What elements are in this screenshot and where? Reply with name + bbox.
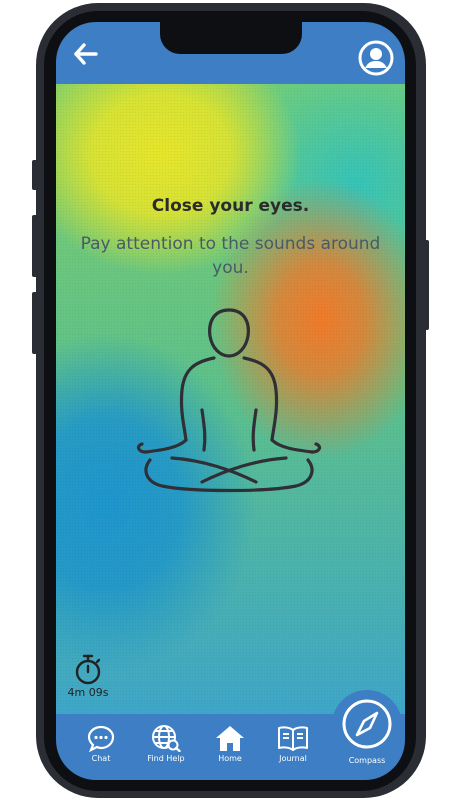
meditation-figure-icon — [136, 308, 322, 493]
timer-value: 4m 09s — [67, 686, 109, 699]
nav-item-journal[interactable]: Journal — [263, 724, 323, 772]
compass-icon — [342, 699, 392, 749]
power-button — [423, 240, 429, 330]
nav-item-compass[interactable] — [332, 690, 402, 760]
nav-label-journal: Journal — [279, 754, 307, 763]
nav-label-home: Home — [218, 754, 242, 763]
mute-switch — [32, 160, 38, 190]
app-screen: Close your eyes. Pay attention to the so… — [56, 22, 405, 780]
nav-item-chat[interactable]: Chat — [71, 724, 131, 772]
nav-item-home[interactable]: Home — [200, 724, 260, 772]
nav-label-chat: Chat — [91, 754, 111, 763]
arrow-left-icon[interactable] — [70, 40, 100, 68]
nav-label-compass: Compass — [348, 756, 386, 765]
session-timer: 4m 09s — [62, 652, 114, 702]
instruction-subtitle: Pay attention to the sounds around you. — [80, 234, 381, 278]
stopwatch-icon — [75, 654, 101, 685]
user-circle-icon[interactable] — [358, 40, 394, 76]
book-icon — [278, 726, 308, 751]
meditation-background: Close your eyes. Pay attention to the so… — [56, 84, 405, 714]
camera-notch — [160, 22, 302, 54]
home-icon — [216, 726, 244, 751]
chat-bubble-icon — [87, 725, 115, 752]
instruction-title: Close your eyes. — [151, 196, 310, 216]
volume-up-button — [32, 215, 38, 277]
volume-down-button — [32, 292, 38, 354]
top-bar — [56, 22, 405, 84]
globe-search-icon — [152, 725, 181, 752]
nav-item-find-help[interactable]: Find Help — [136, 724, 196, 772]
nav-label-find-help: Find Help — [147, 754, 185, 763]
